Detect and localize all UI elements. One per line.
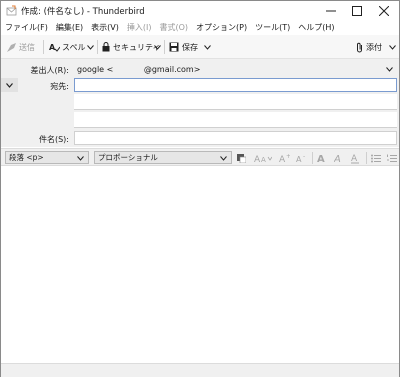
increase-font-button[interactable]: A + bbox=[279, 152, 290, 164]
lock-icon bbox=[102, 42, 110, 52]
menu-help[interactable]: ヘルプ(H) bbox=[298, 22, 334, 33]
status-bar bbox=[1, 363, 399, 377]
underline-button[interactable]: A bbox=[351, 152, 361, 164]
spell-label: スペル bbox=[62, 42, 86, 52]
compose-toolbar: 送信 A スペル セキュリティ 保存 添付 bbox=[1, 35, 399, 59]
send-label: 送信 bbox=[19, 42, 35, 52]
numbered-list-button[interactable] bbox=[387, 152, 397, 164]
menu-format[interactable]: 書式(O) bbox=[159, 22, 188, 33]
chevron-down-icon bbox=[386, 67, 393, 72]
attach-button[interactable]: 添付 bbox=[356, 40, 382, 54]
toolbar-separator bbox=[97, 40, 98, 54]
chevron-down-icon bbox=[204, 44, 211, 50]
font-smaller-icon: A- bbox=[296, 153, 305, 163]
save-label: 保存 bbox=[182, 42, 198, 52]
svg-text:A: A bbox=[49, 43, 56, 52]
chevron-down-icon bbox=[87, 44, 94, 50]
recipient-row[interactable] bbox=[74, 94, 397, 110]
address-header: 差出人(R): google < @gmail.com> 宛先: 件名(S): bbox=[1, 59, 399, 147]
svg-text:A: A bbox=[279, 155, 286, 163]
paragraph-format-value: 段落 <p> bbox=[9, 153, 44, 162]
spell-check-icon: A bbox=[49, 42, 60, 52]
menu-options[interactable]: オプション(P) bbox=[196, 22, 247, 33]
attach-dropdown[interactable] bbox=[389, 40, 396, 54]
chevron-down-icon bbox=[220, 156, 227, 161]
menu-tools[interactable]: ツール(T) bbox=[255, 22, 290, 33]
svg-text:+: + bbox=[286, 153, 290, 160]
save-button[interactable]: 保存 bbox=[169, 40, 198, 54]
from-select[interactable]: google < @gmail.com> bbox=[77, 65, 200, 74]
text-color-icon bbox=[237, 153, 246, 163]
save-dropdown[interactable] bbox=[204, 40, 211, 54]
minimize-button[interactable] bbox=[317, 1, 345, 20]
svg-text:A: A bbox=[317, 154, 325, 163]
maximize-button[interactable] bbox=[343, 1, 371, 20]
chevron-down-icon bbox=[154, 44, 161, 50]
paperclip-icon bbox=[356, 42, 363, 53]
send-button[interactable]: 送信 bbox=[7, 40, 35, 54]
send-icon bbox=[7, 42, 16, 52]
bullet-list-icon bbox=[371, 154, 381, 162]
security-dropdown[interactable] bbox=[154, 40, 161, 54]
thunderbird-compose-icon bbox=[6, 5, 17, 16]
menu-bar: ファイル(F) 編集(E) 表示(V) 挿入(I) 書式(O) オプション(P)… bbox=[1, 20, 399, 35]
svg-text:-: - bbox=[303, 153, 305, 160]
text-color-button[interactable] bbox=[237, 152, 246, 164]
svg-text:A: A bbox=[296, 155, 302, 163]
font-select[interactable]: プロポーショナル bbox=[94, 151, 232, 164]
format-toolbar: 段落 <p> プロポーショナル AA A + A- A A A bbox=[1, 148, 399, 166]
minimize-icon bbox=[326, 10, 336, 11]
close-icon bbox=[379, 5, 389, 16]
bold-icon: A bbox=[317, 154, 325, 163]
italic-icon: A bbox=[334, 154, 341, 163]
subject-field[interactable] bbox=[74, 131, 397, 145]
maximize-icon bbox=[352, 5, 362, 16]
spell-dropdown[interactable] bbox=[87, 40, 94, 54]
italic-button[interactable]: A bbox=[334, 152, 344, 164]
font-size-icon: AA bbox=[254, 155, 272, 163]
decrease-font-button[interactable]: A- bbox=[296, 152, 307, 164]
font-size-button[interactable]: AA bbox=[254, 152, 272, 164]
security-button[interactable]: セキュリティ bbox=[102, 40, 161, 54]
font-value: プロポーショナル bbox=[98, 153, 158, 162]
bold-button[interactable]: A bbox=[317, 152, 327, 164]
address-type-toggle[interactable] bbox=[1, 78, 18, 92]
close-button[interactable] bbox=[370, 1, 398, 20]
numbered-list-icon bbox=[387, 154, 397, 162]
svg-text:A: A bbox=[254, 155, 261, 163]
svg-text:A: A bbox=[261, 156, 266, 163]
attach-label: 添付 bbox=[366, 42, 382, 52]
to-label: 宛先: bbox=[50, 82, 69, 91]
save-icon bbox=[169, 42, 179, 52]
svg-text:A: A bbox=[334, 154, 341, 163]
title-bar: 作成: (件名なし) - Thunderbird bbox=[1, 1, 399, 20]
message-body-editor[interactable] bbox=[1, 167, 399, 363]
from-label: 差出人(R): bbox=[30, 66, 70, 75]
paragraph-format-select[interactable]: 段落 <p> bbox=[5, 151, 89, 164]
format-separator bbox=[312, 152, 313, 164]
menu-view[interactable]: 表示(V) bbox=[91, 22, 119, 33]
window-title: 作成: (件名なし) - Thunderbird bbox=[21, 7, 145, 17]
spell-button[interactable]: A スペル bbox=[49, 40, 85, 54]
recipient-row[interactable] bbox=[74, 112, 397, 128]
menu-insert[interactable]: 挿入(I) bbox=[127, 22, 152, 33]
menu-edit[interactable]: 編集(E) bbox=[56, 22, 83, 33]
compose-window: 作成: (件名なし) - Thunderbird ファイル(F) 編集(E) 表… bbox=[0, 0, 400, 377]
format-separator bbox=[366, 152, 367, 164]
chevron-down-icon bbox=[6, 82, 13, 88]
subject-label: 件名(S): bbox=[38, 135, 69, 144]
bullet-list-button[interactable] bbox=[371, 152, 381, 164]
chevron-down-icon bbox=[77, 156, 84, 161]
chevron-down-icon bbox=[389, 44, 396, 50]
menu-file[interactable]: ファイル(F) bbox=[5, 22, 48, 33]
from-dropdown[interactable] bbox=[386, 67, 393, 72]
font-larger-icon: A + bbox=[279, 153, 290, 163]
toolbar-separator bbox=[43, 40, 44, 54]
to-field[interactable] bbox=[74, 78, 397, 92]
toolbar-separator bbox=[164, 40, 165, 54]
underline-icon: A bbox=[351, 154, 359, 164]
